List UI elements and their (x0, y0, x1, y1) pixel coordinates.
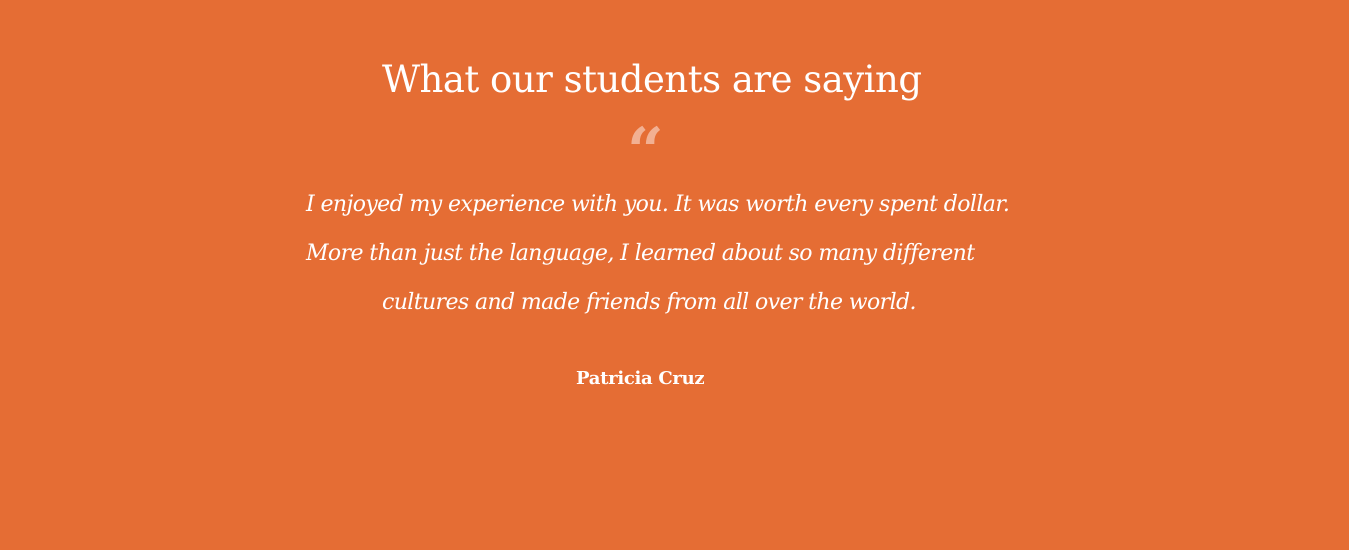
section-title: What our students are saying (382, 58, 922, 101)
testimonial-author: Patricia Cruz (576, 368, 705, 389)
testimonial-section: What our students are saying “ I enjoyed… (0, 0, 1349, 550)
quote-line-2: More than just the language, I learned a… (306, 241, 975, 266)
quote-icon: “ (627, 114, 664, 189)
quote-line-3: cultures and made friends from all over … (382, 290, 917, 315)
quote-line-1: I enjoyed my experience with you. It was… (306, 192, 1010, 217)
